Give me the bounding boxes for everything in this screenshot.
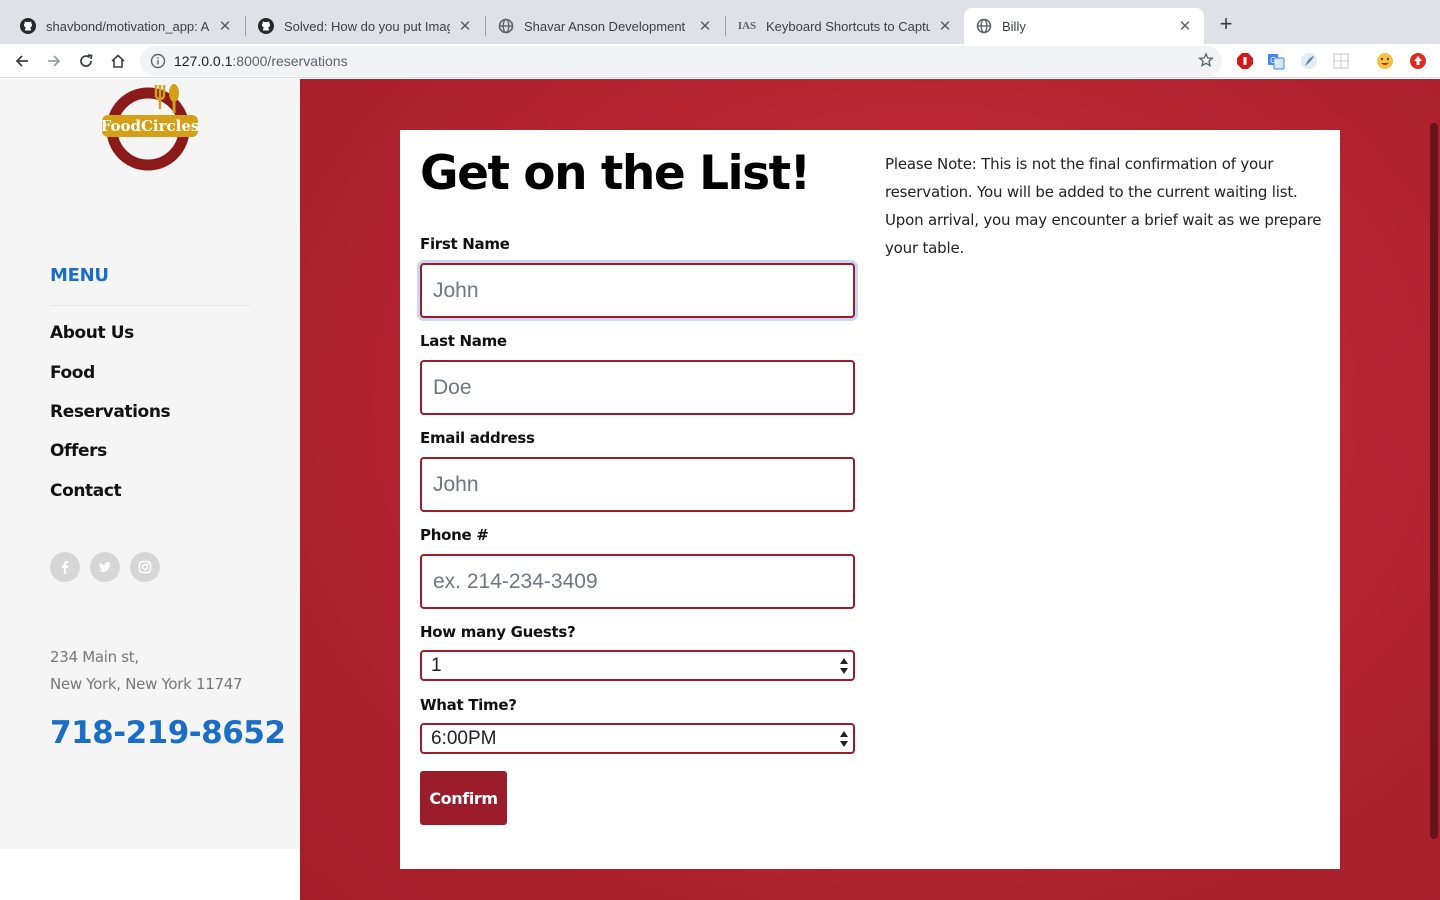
email-label: Email address xyxy=(420,429,535,447)
globe-icon xyxy=(498,18,514,34)
browser-tab[interactable]: IAS Keyboard Shortcuts to Capture ✕ xyxy=(726,8,964,44)
url-text: 127.0.0.1:8000/reservations xyxy=(174,53,348,69)
new-tab-icon[interactable]: + xyxy=(1214,12,1238,36)
facebook-icon[interactable] xyxy=(50,552,80,582)
select-arrows-icon xyxy=(840,731,848,747)
tab-close-icon[interactable]: ✕ xyxy=(698,17,712,35)
browser-tab[interactable]: Solved: How do you put Image ✕ xyxy=(246,8,484,44)
browser-tab[interactable]: shavbond/motivation_app: A si ✕ xyxy=(8,8,244,44)
page-title: Get on the List! xyxy=(420,146,811,201)
emoji-extension-icon[interactable] xyxy=(1376,52,1394,70)
time-select[interactable]: 6:00PM xyxy=(420,723,855,754)
logo-text: FoodCircles xyxy=(101,117,200,135)
page-content: FoodCircles MENU About Us Food Reservati… xyxy=(0,79,1440,900)
select-arrows-icon xyxy=(840,658,848,674)
browser-tab[interactable]: Shavar Anson Development ✕ xyxy=(486,8,724,44)
browser-tab-bar: shavbond/motivation_app: A si ✕ Solved: … xyxy=(0,0,1440,44)
tab-title: shavbond/motivation_app: A si xyxy=(46,18,210,34)
tab-close-icon[interactable]: ✕ xyxy=(218,17,232,35)
time-label: What Time? xyxy=(420,696,517,714)
guests-select[interactable]: 1 xyxy=(420,650,855,681)
browser-tab-active[interactable]: Billy ✕ xyxy=(964,8,1204,44)
tab-close-icon[interactable]: ✕ xyxy=(1178,17,1192,35)
browser-toolbar: 127.0.0.1:8000/reservations G xyxy=(0,44,1440,78)
address-line-2: New York, New York 11747 xyxy=(50,675,243,693)
ias-icon: IAS xyxy=(737,20,757,32)
page-scrollbar[interactable] xyxy=(1430,123,1438,839)
reservation-card: Get on the List! Please Note: This is no… xyxy=(400,130,1340,869)
github-icon xyxy=(20,18,36,34)
tab-title: Billy xyxy=(1002,18,1026,34)
adblock-extension-icon[interactable] xyxy=(1236,52,1254,70)
last-name-input[interactable] xyxy=(420,360,855,415)
phone-number-link[interactable]: 718-219-8652 xyxy=(50,715,286,751)
tab-title: Solved: How do you put Image xyxy=(284,18,450,34)
globe-icon xyxy=(976,18,992,34)
menu-item-offers[interactable]: Offers xyxy=(50,441,107,461)
email-input[interactable] xyxy=(420,457,855,512)
reservation-note: Please Note: This is not the final confi… xyxy=(885,155,1322,257)
phone-label: Phone # xyxy=(420,526,489,544)
last-name-label: Last Name xyxy=(420,332,507,350)
address-bar[interactable]: 127.0.0.1:8000/reservations xyxy=(140,46,1222,76)
foodcircles-logo[interactable]: FoodCircles xyxy=(100,81,200,171)
menu-item-reservations[interactable]: Reservations xyxy=(50,402,171,422)
guests-label: How many Guests? xyxy=(420,623,576,641)
tab-close-icon[interactable]: ✕ xyxy=(938,17,952,35)
github-icon xyxy=(258,18,274,34)
menu-divider xyxy=(50,305,250,306)
menu-item-food[interactable]: Food xyxy=(50,363,95,383)
grid-extension-icon[interactable] xyxy=(1332,52,1350,70)
translate-extension-icon[interactable]: G xyxy=(1267,52,1285,70)
forward-icon[interactable] xyxy=(42,49,66,73)
tab-title: Keyboard Shortcuts to Capture xyxy=(766,18,930,34)
guests-select-value: 1 xyxy=(431,654,442,676)
first-name-label: First Name xyxy=(420,235,510,253)
feather-extension-icon[interactable] xyxy=(1300,52,1318,70)
home-icon[interactable] xyxy=(106,49,130,73)
menu-item-about-us[interactable]: About Us xyxy=(50,323,134,343)
upload-extension-icon[interactable] xyxy=(1409,52,1427,70)
time-select-value: 6:00PM xyxy=(431,727,497,749)
svg-text:G: G xyxy=(1270,56,1276,65)
reload-icon[interactable] xyxy=(74,49,98,73)
menu-item-contact[interactable]: Contact xyxy=(50,481,122,501)
first-name-input[interactable] xyxy=(420,263,855,318)
sidebar: FoodCircles MENU About Us Food Reservati… xyxy=(0,79,300,849)
phone-input[interactable] xyxy=(420,554,855,609)
confirm-button[interactable]: Confirm xyxy=(420,771,507,825)
instagram-icon[interactable] xyxy=(130,552,160,582)
twitter-icon[interactable] xyxy=(90,552,120,582)
bookmark-star-icon[interactable] xyxy=(1198,52,1214,73)
address-line-1: 234 Main st, xyxy=(50,648,139,666)
tab-close-icon[interactable]: ✕ xyxy=(458,17,472,35)
menu-heading: MENU xyxy=(50,265,109,286)
tab-title: Shavar Anson Development xyxy=(524,18,686,34)
back-icon[interactable] xyxy=(10,49,34,73)
info-icon[interactable] xyxy=(150,53,166,74)
